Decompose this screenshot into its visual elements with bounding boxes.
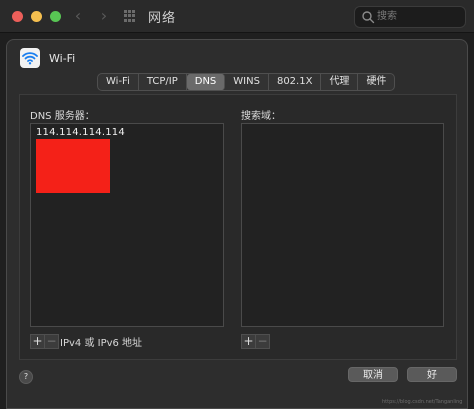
ok-button[interactable]: 好 — [407, 367, 457, 382]
remove-dns-server-button[interactable]: − — [44, 335, 58, 348]
wifi-icon — [20, 48, 40, 68]
tab-proxies[interactable]: 代理 — [321, 74, 359, 90]
network-preferences-window: ‹ › 网络 Wi-Fi Wi-Fi TCP/ — [0, 0, 474, 409]
search-domains-list[interactable] — [241, 123, 444, 327]
dns-add-remove-control: + − — [30, 334, 59, 349]
tab-wins[interactable]: WINS — [225, 74, 269, 90]
chevron-left-icon[interactable]: ‹ — [70, 6, 86, 26]
tab-hardware[interactable]: 硬件 — [358, 74, 394, 90]
chevron-right-icon[interactable]: › — [96, 6, 112, 26]
zoom-window-button[interactable] — [50, 11, 61, 22]
dns-servers-list[interactable]: 114.114.114.114 — [30, 123, 224, 327]
help-button[interactable]: ? — [19, 370, 33, 384]
add-search-domain-button[interactable]: + — [242, 335, 255, 348]
settings-tab-bar: Wi-Fi TCP/IP DNS WINS 802.1X 代理 硬件 — [97, 73, 396, 91]
tab-dns[interactable]: DNS — [186, 74, 226, 90]
grid-icon[interactable] — [124, 10, 136, 22]
dns-server-entry[interactable]: 114.114.114.114 — [36, 127, 125, 138]
search-field[interactable] — [354, 6, 466, 28]
tab-tcpip[interactable]: TCP/IP — [139, 74, 187, 90]
dns-servers-label: DNS 服务器： — [30, 111, 95, 122]
cancel-button[interactable]: 取消 — [348, 367, 398, 382]
search-icon — [362, 11, 375, 24]
redaction-block — [36, 139, 110, 193]
close-window-button[interactable] — [12, 11, 23, 22]
watermark: https://blog.csdn.net/Tanganling — [382, 399, 463, 405]
tab-8021x[interactable]: 802.1X — [269, 74, 322, 90]
interface-name: Wi-Fi — [49, 52, 76, 65]
remove-search-domain-button[interactable]: − — [255, 335, 269, 348]
search-input[interactable] — [377, 9, 459, 24]
minimize-window-button[interactable] — [31, 11, 42, 22]
tab-wifi[interactable]: Wi-Fi — [98, 74, 139, 90]
add-dns-server-button[interactable]: + — [31, 335, 44, 348]
dns-address-hint: IPv4 或 IPv6 地址 — [60, 338, 143, 349]
advanced-settings-sheet: Wi-Fi Wi-Fi TCP/IP DNS WINS 802.1X 代理 硬件… — [6, 39, 468, 409]
dns-panel: DNS 服务器： 114.114.114.114 + − IPv4 或 IPv6… — [19, 94, 457, 360]
title-bar: ‹ › 网络 — [0, 0, 474, 33]
search-domains-label: 搜索域： — [241, 111, 281, 122]
window-title: 网络 — [148, 11, 177, 26]
search-domain-add-remove-control: + − — [241, 334, 270, 349]
